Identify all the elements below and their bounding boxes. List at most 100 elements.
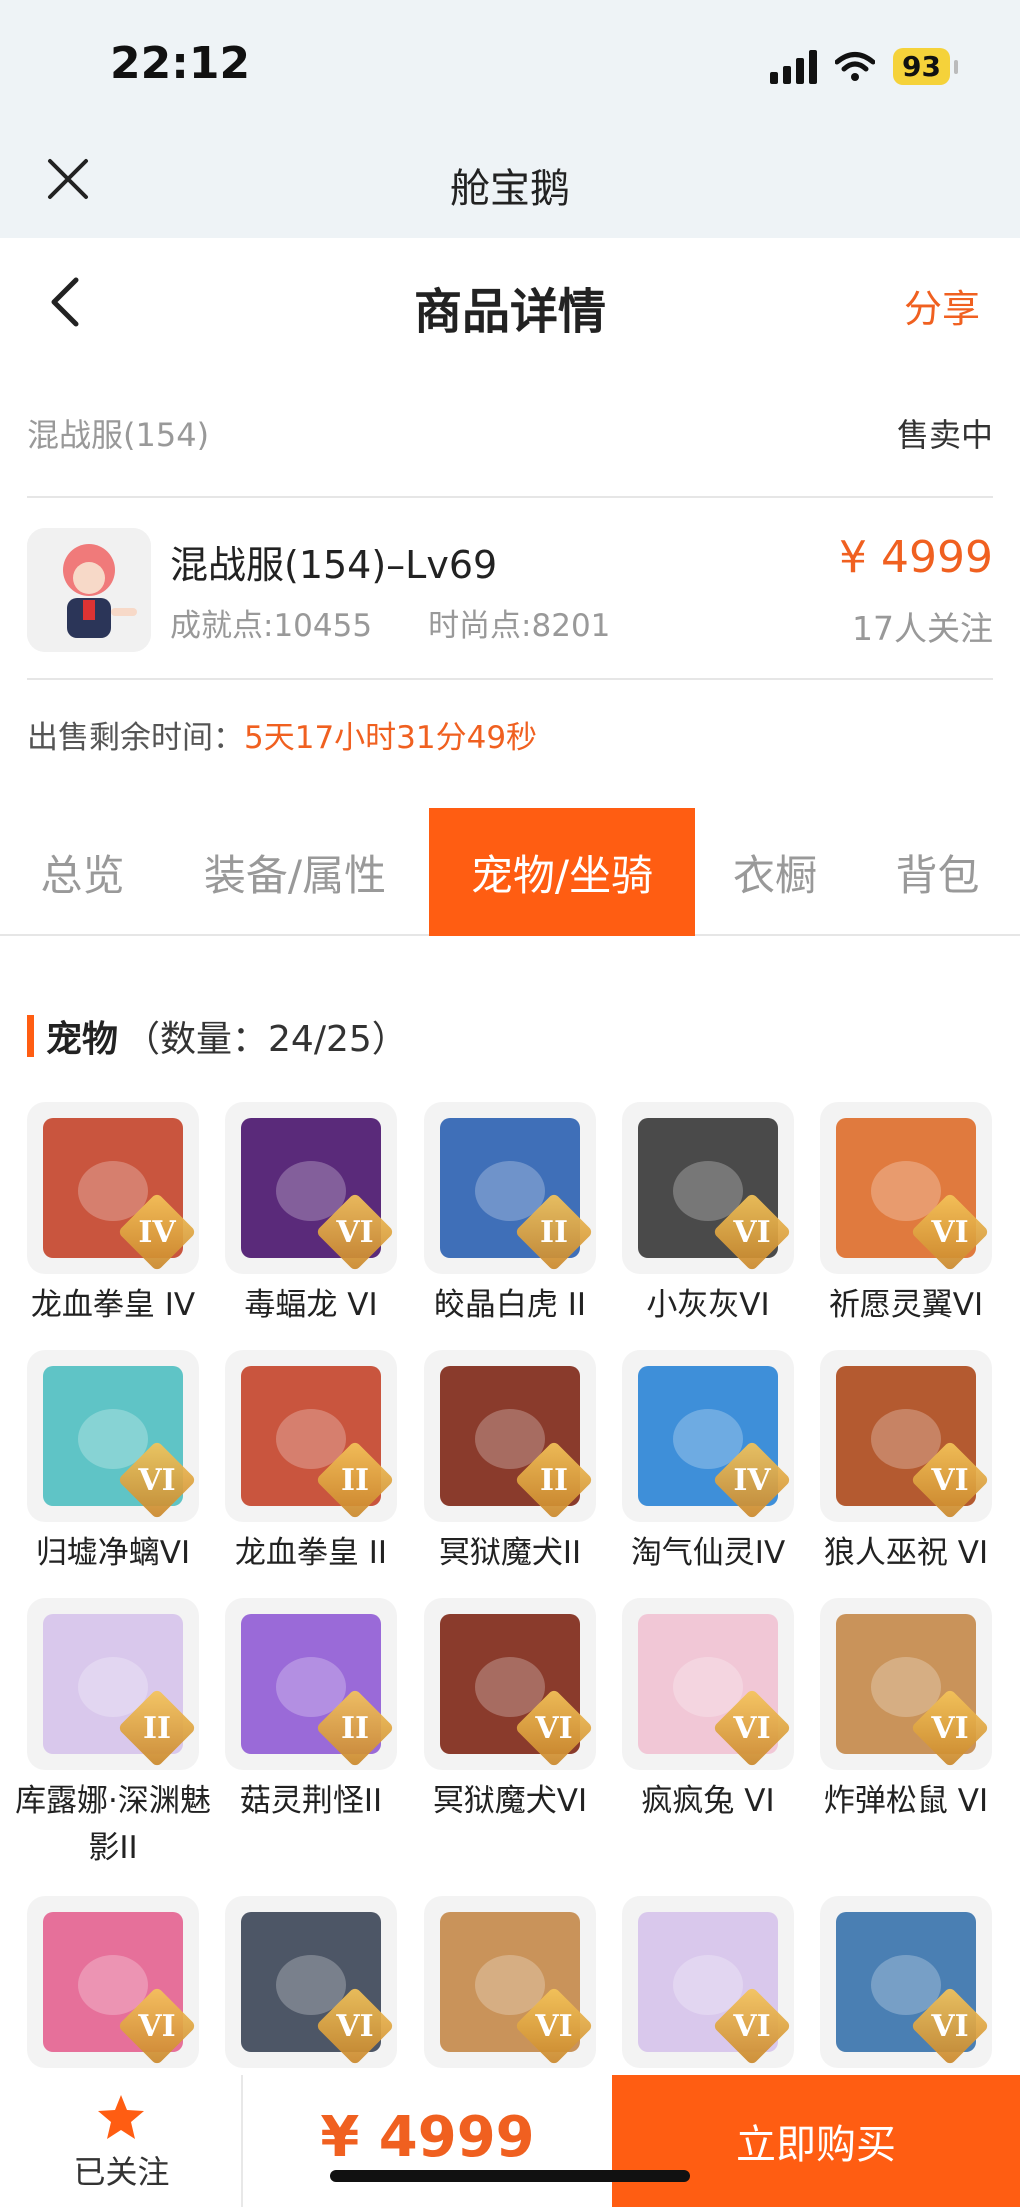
pet-card[interactable]: VI 冥狱魔犬VI [424,1598,596,1819]
pet-image: II [225,1598,397,1770]
pet-card[interactable]: IV 龙血拳皇 IV [27,1102,199,1323]
rank-label: VI [733,1215,771,1250]
follow-label: 已关注 [73,2153,170,2191]
tab-equipment[interactable]: 装备/属性 [170,808,420,936]
pet-image: VI [225,1896,397,2068]
pet-image: VI [622,1896,794,2068]
pet-card[interactable]: VI 毒蝠龙 VI [225,1102,397,1323]
pet-card[interactable]: VI [424,1896,596,2068]
remaining-time: 出售剩余时间：5天17小时31分49秒 [27,712,537,757]
pet-card[interactable]: VI [225,1896,397,2068]
pet-name: 冥狱魔犬II [438,1535,582,1571]
pet-card[interactable]: VI 归墟净螭VI [27,1350,199,1571]
rank-label: II [539,1463,569,1498]
pet-image: II [424,1102,596,1274]
pet-name: 菇灵荆怪II [239,1783,383,1819]
wifi-icon [835,51,876,81]
pet-name: 库露娜·深渊魅影II [15,1783,211,1866]
achievement-points: 成就点:10455 [170,608,373,644]
pet-image: IV [622,1350,794,1522]
divider [27,496,993,498]
tab-bar: 总览 装备/属性 宠物/坐骑 衣橱 背包 [0,808,1020,936]
divider [27,678,993,680]
share-button[interactable]: 分享 [904,278,980,333]
pet-name: 淘气仙灵IV [630,1535,786,1571]
pet-name: 祈愿灵翼VI [828,1287,984,1323]
rank-label: VI [336,2009,374,2044]
pet-image: VI [820,1102,992,1274]
pet-image: II [424,1350,596,1522]
section-title: 宠物 [46,1019,119,1060]
signal-icon [770,49,818,84]
rank-label: II [340,1463,370,1498]
tab-pets-mounts[interactable]: 宠物/坐骑 [429,808,695,936]
pet-card[interactable]: IV 淘气仙灵IV [622,1350,794,1571]
server-row: 混战服(154) 售卖中 [27,408,993,458]
rank-label: VI [535,1711,573,1746]
page-header: 商品详情 分享 [0,238,1020,368]
follower-count: 17人关注 [852,609,993,648]
rank-label: IV [733,1463,771,1498]
tab-wardrobe[interactable]: 衣橱 [700,808,850,936]
bottom-action-bar: 已关注 ¥ 4999 立即购买 [0,2075,1020,2207]
rank-label: II [340,1711,370,1746]
pet-image: VI [27,1350,199,1522]
pet-name: 毒蝠龙 VI [244,1287,378,1323]
mini-program-title: 舱宝鹅 [450,166,570,212]
item-meta: 成就点:10455 时尚点:8201 [170,600,610,645]
pet-card[interactable]: VI [820,1896,992,2068]
pet-image: VI [27,1896,199,2068]
pets-section-header: 宠物 （数量：24/25） [27,1010,408,1062]
pet-image: VI [424,1598,596,1770]
item-title: 混战服(154)–Lv69 [170,543,498,587]
pet-card[interactable]: II 库露娜·深渊魅影II [15,1598,211,1866]
pet-name: 皎晶白虎 II [433,1287,587,1323]
rank-label: VI [535,2009,573,2044]
rank-label: VI [138,1463,176,1498]
pet-card[interactable]: II 菇灵荆怪II [225,1598,397,1819]
pet-image: VI [225,1102,397,1274]
rank-label: VI [931,2009,969,2044]
pet-image: VI [820,1896,992,2068]
character-avatar [27,528,151,652]
pet-image: II [225,1350,397,1522]
tab-backpack[interactable]: 背包 [860,808,1015,936]
pet-card[interactable]: VI [622,1896,794,2068]
remaining-label: 出售剩余时间： [27,720,244,756]
pet-card[interactable]: VI 疯疯兔 VI [622,1598,794,1819]
rank-label: VI [931,1711,969,1746]
pet-image: VI [820,1598,992,1770]
item-summary[interactable]: 混战服(154)–Lv69 成就点:10455 时尚点:8201 ¥ 4999 … [27,524,993,654]
battery-indicator: 93 [893,48,958,85]
top-band: 22:12 93 舱宝鹅 [0,0,1020,238]
rank-label: VI [931,1463,969,1498]
pet-card[interactable]: II 龙血拳皇 II [225,1350,397,1571]
page-title: 商品详情 [413,284,606,340]
tab-overview[interactable]: 总览 [0,808,165,936]
pet-name: 小灰灰VI [646,1287,770,1323]
pet-image: VI [424,1896,596,2068]
pet-name: 归墟净螭VI [35,1535,191,1571]
pet-card[interactable]: VI 炸弹松鼠 VI [820,1598,992,1819]
pet-image: VI [622,1598,794,1770]
rank-label: VI [336,1215,374,1250]
fashion-points: 时尚点:8201 [428,608,611,644]
sale-status: 售卖中 [896,416,993,454]
pet-card[interactable]: VI 狼人巫祝 VI [820,1350,992,1571]
pet-card[interactable]: II 皎晶白虎 II [424,1102,596,1323]
pet-name: 疯疯兔 VI [641,1783,775,1819]
pet-card[interactable]: VI 祈愿灵翼VI [820,1102,992,1323]
buy-now-button[interactable]: 立即购买 [612,2075,1020,2207]
rank-label: IV [138,1215,176,1250]
pet-image: VI [622,1102,794,1274]
pet-card[interactable]: II 冥狱魔犬II [424,1350,596,1571]
pet-name: 狼人巫祝 VI [823,1535,989,1571]
pet-image: VI [820,1350,992,1522]
follow-button[interactable]: 已关注 [0,2075,243,2207]
status-icons: 93 [770,48,958,85]
rank-label: VI [138,2009,176,2044]
pet-name: 龙血拳皇 IV [30,1287,196,1323]
pet-card[interactable]: VI 小灰灰VI [622,1102,794,1323]
pet-image: II [27,1598,199,1770]
pet-card[interactable]: VI [27,1896,199,2068]
